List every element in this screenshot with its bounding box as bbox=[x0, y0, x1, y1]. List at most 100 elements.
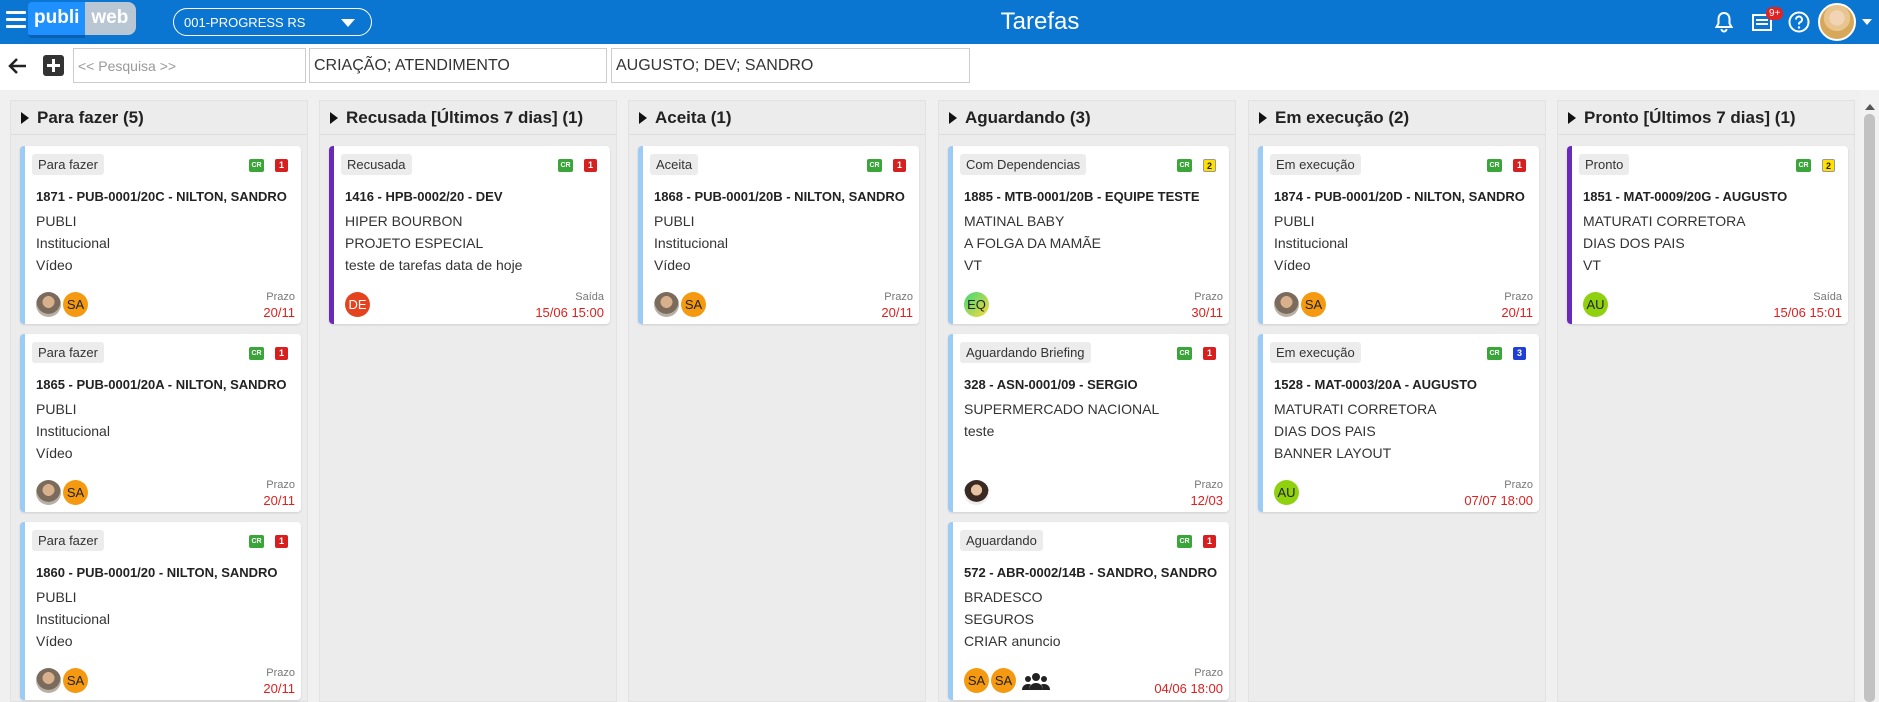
avatar[interactable]: SA bbox=[964, 668, 989, 693]
task-card[interactable]: Pronto CR 2 1851 - MAT-0009/20G - AUGUSTO MA… bbox=[1567, 146, 1848, 324]
column-header[interactable]: Recusada [Últimos 7 dias] (1) bbox=[320, 101, 616, 135]
vertical-scrollbar[interactable] bbox=[1860, 90, 1879, 702]
task-card[interactable]: Aguardando CR 1 572 - ABR-0002/14B - SANDRO… bbox=[948, 522, 1229, 700]
user-avatar[interactable] bbox=[1818, 3, 1856, 41]
avatar[interactable]: SA bbox=[63, 292, 88, 317]
group-icon[interactable] bbox=[1022, 670, 1050, 692]
avatar[interactable] bbox=[654, 292, 679, 317]
scroll-up-icon[interactable] bbox=[1865, 104, 1875, 110]
avatar[interactable]: SA bbox=[1301, 292, 1326, 317]
collapse-triangle-icon[interactable] bbox=[1259, 111, 1267, 124]
deadline-value: 15/06 15:00 bbox=[535, 305, 604, 320]
collapse-triangle-icon[interactable] bbox=[21, 111, 29, 124]
card-line-3: CRIAR anuncio bbox=[964, 633, 1061, 649]
task-card[interactable]: Com Dependencias CR 2 1885 - MTB-0001/20B -… bbox=[948, 146, 1229, 324]
status-chip: Recusada bbox=[341, 154, 412, 175]
card-line-1: PUBLI bbox=[654, 213, 695, 229]
card-title: 1865 - PUB-0001/20A - NILTON, SANDRO bbox=[36, 377, 287, 392]
priority-badge: 1 bbox=[275, 159, 288, 172]
status-chip: Pronto bbox=[1579, 154, 1630, 175]
column-2: Aceita (1) Aceita CR 1 1868 - PUB-0001/20B -… bbox=[628, 100, 926, 702]
scroll-thumb[interactable] bbox=[1864, 114, 1875, 702]
task-card[interactable]: Em execução CR 1 1874 - PUB-0001/20D - NILT… bbox=[1258, 146, 1539, 324]
deadline: Prazo 20/11 bbox=[1501, 291, 1533, 320]
card-line-2: Institucional bbox=[1274, 235, 1348, 251]
priority-badge: 1 bbox=[1513, 159, 1526, 172]
avatar[interactable]: SA bbox=[63, 480, 88, 505]
task-card[interactable]: Em execução CR 3 1528 - MAT-0003/20A - AUGU… bbox=[1258, 334, 1539, 512]
bell-icon[interactable] bbox=[1712, 10, 1736, 34]
task-card[interactable]: Aceita CR 1 1868 - PUB-0001/20B - NILTON, S… bbox=[638, 146, 919, 324]
cr-badge: CR bbox=[1796, 159, 1811, 172]
card-title: 1871 - PUB-0001/20C - NILTON, SANDRO bbox=[36, 189, 287, 204]
status-chip: Aceita bbox=[650, 154, 699, 175]
card-line-3: Vídeo bbox=[36, 445, 73, 461]
deadline-label: Prazo bbox=[1194, 479, 1223, 491]
add-task-icon[interactable] bbox=[43, 55, 64, 76]
avatar[interactable]: SA bbox=[681, 292, 706, 317]
deadline-label: Prazo bbox=[1504, 291, 1533, 303]
avatar[interactable]: DE bbox=[345, 292, 370, 317]
deadline-value: 20/11 bbox=[263, 681, 295, 696]
card-line-3: Vídeo bbox=[36, 633, 73, 649]
avatar[interactable] bbox=[36, 480, 61, 505]
task-card[interactable]: Para fazer CR 1 1860 - PUB-0001/20 - NILTON… bbox=[20, 522, 301, 700]
column-header[interactable]: Aceita (1) bbox=[629, 101, 925, 135]
column-header[interactable]: Para fazer (5) bbox=[11, 101, 307, 135]
assignees: AU bbox=[1274, 480, 1301, 505]
avatar[interactable]: EQ bbox=[964, 292, 989, 317]
avatar[interactable] bbox=[36, 668, 61, 693]
assignees: DE bbox=[345, 292, 372, 317]
card-title: 572 - ABR-0002/14B - SANDRO, SANDRO bbox=[964, 565, 1218, 580]
avatar[interactable] bbox=[964, 480, 989, 505]
collapse-triangle-icon[interactable] bbox=[330, 111, 338, 124]
priority-badge: 1 bbox=[893, 159, 906, 172]
column-header[interactable]: Em execução (2) bbox=[1249, 101, 1545, 135]
deadline: Prazo 20/11 bbox=[263, 291, 295, 320]
avatar[interactable]: AU bbox=[1274, 480, 1299, 505]
card-line-2: Institucional bbox=[36, 235, 110, 251]
user-filter[interactable]: AUGUSTO; DEV; SANDRO bbox=[611, 48, 970, 83]
kanban-board: Para fazer (5) Para fazer CR 1 1871 - PUB-00… bbox=[0, 90, 1860, 702]
collapse-triangle-icon[interactable] bbox=[1568, 111, 1576, 124]
deadline-value: 04/06 18:00 bbox=[1154, 681, 1223, 696]
column-header[interactable]: Pronto [Últimos 7 dias] (1) bbox=[1558, 101, 1854, 135]
collapse-triangle-icon[interactable] bbox=[949, 111, 957, 124]
deadline: Prazo 20/11 bbox=[881, 291, 913, 320]
card-line-2: Institucional bbox=[36, 423, 110, 439]
deadline: Prazo 20/11 bbox=[263, 479, 295, 508]
card-line-3: Vídeo bbox=[1274, 257, 1311, 273]
card-line-3: VT bbox=[1583, 257, 1601, 273]
task-card[interactable]: Aguardando Briefing CR 1 328 - ASN-0001/09 … bbox=[948, 334, 1229, 512]
column-header[interactable]: Aguardando (3) bbox=[939, 101, 1235, 135]
card-line-1: PUBLI bbox=[1274, 213, 1315, 229]
task-card[interactable]: Para fazer CR 1 1871 - PUB-0001/20C - NILTO… bbox=[20, 146, 301, 324]
deadline-value: 20/11 bbox=[1501, 305, 1533, 320]
task-card[interactable]: Recusada CR 1 1416 - HPB-0002/20 - DEV HIPER… bbox=[329, 146, 610, 324]
collapse-triangle-icon[interactable] bbox=[639, 111, 647, 124]
priority-badge: 1 bbox=[1203, 347, 1216, 360]
help-icon[interactable] bbox=[1787, 10, 1811, 34]
deadline-label: Prazo bbox=[1194, 667, 1223, 679]
task-card[interactable]: Para fazer CR 1 1865 - PUB-0001/20A - NILTO… bbox=[20, 334, 301, 512]
card-title: 1885 - MTB-0001/20B - EQUIPE TESTE bbox=[964, 189, 1200, 204]
assignees: SA bbox=[1274, 292, 1328, 317]
avatar[interactable]: SA bbox=[991, 668, 1016, 693]
card-line-1: PUBLI bbox=[36, 589, 77, 605]
user-menu-chevron-icon[interactable] bbox=[1862, 19, 1872, 25]
assignees: SA bbox=[36, 668, 90, 693]
card-line-2: Institucional bbox=[654, 235, 728, 251]
back-arrow-icon[interactable] bbox=[6, 54, 30, 78]
department-filter[interactable]: CRIAÇÃO; ATENDIMENTO bbox=[309, 48, 607, 83]
avatar[interactable] bbox=[36, 292, 61, 317]
search-input[interactable]: << Pesquisa >> bbox=[73, 48, 306, 83]
assignees: EQ bbox=[964, 292, 991, 317]
assignees: SA bbox=[654, 292, 708, 317]
avatar[interactable]: AU bbox=[1583, 292, 1608, 317]
cr-badge: CR bbox=[1177, 535, 1192, 548]
priority-badge: 1 bbox=[275, 535, 288, 548]
card-line-2: A FOLGA DA MAMÃE bbox=[964, 235, 1101, 251]
deadline-label: Prazo bbox=[266, 291, 295, 303]
avatar[interactable] bbox=[1274, 292, 1299, 317]
avatar[interactable]: SA bbox=[63, 668, 88, 693]
